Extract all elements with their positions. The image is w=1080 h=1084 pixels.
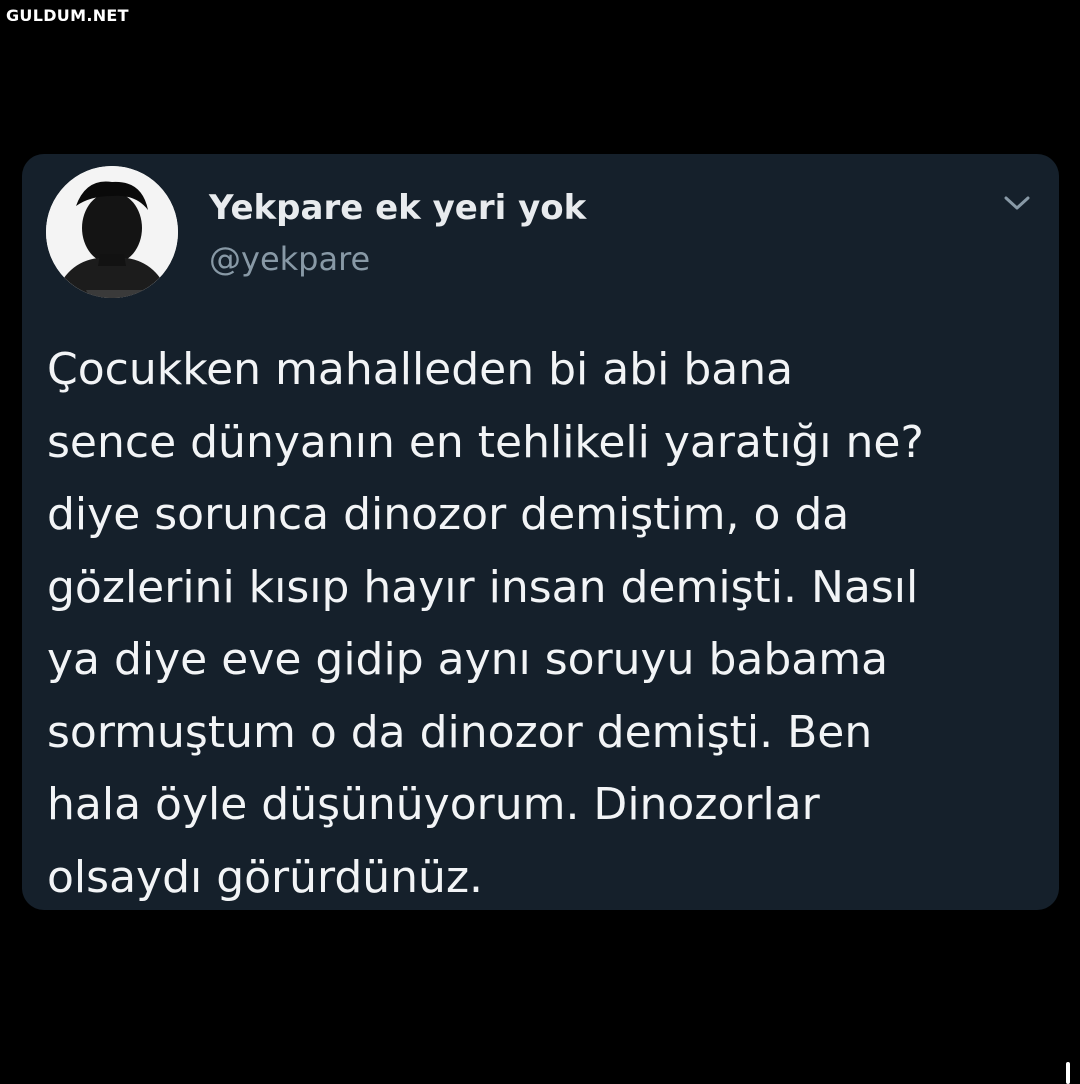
- avatar[interactable]: [46, 166, 178, 298]
- site-watermark: GULDUM.NET: [6, 6, 129, 25]
- chevron-down-icon[interactable]: [1000, 190, 1034, 216]
- tweet-text-line: gözlerini kısıp hayır insan demişti. Nas…: [47, 561, 919, 613]
- author-display-name[interactable]: Yekpare ek yeri yok: [209, 188, 586, 228]
- tweet-text-line: ya diye eve gidip aynı soruyu babama: [47, 634, 889, 685]
- author-handle[interactable]: @yekpare: [209, 240, 370, 278]
- tweet-text-line: olsaydı görürdünüz.: [47, 851, 484, 903]
- tweet-text-line: diye sorunca dinozor demiştim, o da: [47, 489, 850, 540]
- tweet-card: Yekpare ek yeri yok @yekpare Çocukken ma…: [22, 154, 1059, 910]
- tweet-text-line: hala öyle düşünüyorum. Dinozorlar: [47, 779, 820, 830]
- tweet-text-line: Çocukken mahalleden bi abi bana: [47, 344, 794, 395]
- tweet-text: Çocukken mahalleden bi abi bana sence dü…: [47, 334, 1047, 914]
- tweet-text-line: sence dünyanın en tehlikeli yaratığı ne?: [47, 416, 924, 468]
- avatar-image: [46, 166, 178, 298]
- scroll-indicator[interactable]: [1066, 1062, 1070, 1084]
- tweet-text-line: sormuştum o da dinozor demişti. Ben: [47, 706, 873, 758]
